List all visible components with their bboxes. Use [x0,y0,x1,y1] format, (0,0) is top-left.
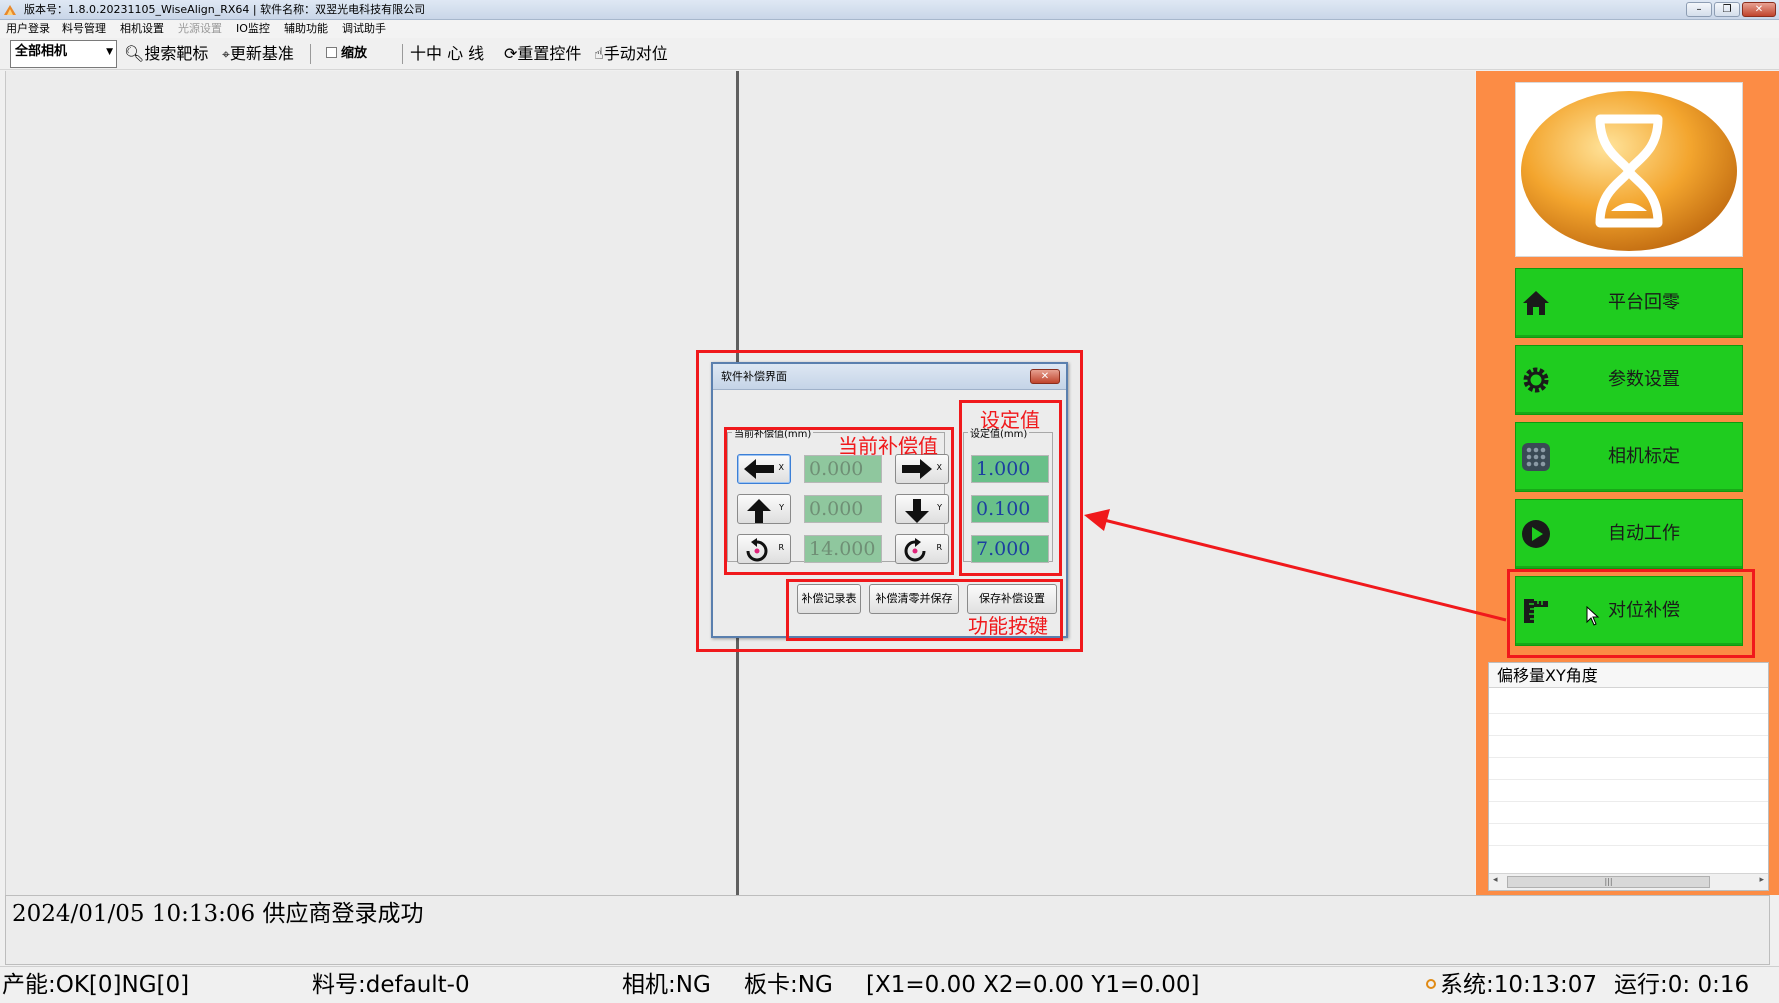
menu-light-settings[interactable]: 光源设置 [178,20,222,38]
clock-icon [1426,979,1436,989]
manual-align-label: 手动对位 [603,44,668,63]
nav-camera-calibration-label: 相机标定 [1608,446,1680,467]
play-icon [1522,520,1550,548]
close-button[interactable]: ✕ [1742,2,1776,17]
nav-parameter-settings-label: 参数设置 [1608,369,1680,390]
nav-parameter-settings-button[interactable]: 参数设置 [1515,345,1743,415]
nav-camera-calibration-button[interactable]: 相机标定 [1515,422,1743,492]
title-bar: 版本号：1.8.0.20231105_WiseAlign_RX64 | 软件名称… [0,0,1779,20]
hand-icon: ☝︎ [594,44,604,63]
grid-line [1489,757,1768,758]
status-coordinates: [X1=0.00 X2=0.00 Y1=0.00] [866,972,1200,998]
update-reference-label: 更新基准 [229,44,294,63]
offset-list[interactable]: 偏移量XY角度 ◂ ||| ▸ [1488,662,1769,891]
menu-aux-functions[interactable]: 辅助功能 [284,20,328,38]
search-target-label: 搜索靶标 [144,44,209,63]
menu-material-management[interactable]: 料号管理 [62,20,106,38]
toolbar-separator [310,44,311,64]
status-system-time: 系统:10:13:07 [1426,967,1597,1003]
camera-select[interactable]: 全部相机 ▼ [10,40,117,68]
nav-auto-work-button[interactable]: 自动工作 [1515,499,1743,569]
menu-camera-settings[interactable]: 相机设置 [120,20,164,38]
nav-auto-work-label: 自动工作 [1608,523,1680,544]
location-pin-icon: ⌖ [222,47,230,63]
zoom-label: 缩放 [341,46,368,61]
reset-controls-button[interactable]: ⟳重置控件 [504,40,581,68]
log-line: 2024/01/05 10:13:06 供应商登录成功 [12,901,424,927]
search-target-button[interactable]: 🔍︎搜索靶标 [124,40,208,68]
horizontal-scrollbar[interactable]: ◂ ||| ▸ [1489,873,1768,890]
refresh-icon: ⟳ [504,44,518,63]
status-board: 板卡:NG [744,972,833,998]
chevron-down-icon: ▼ [106,47,113,57]
reset-controls-label: 重置控件 [517,44,582,63]
hourglass-icon [1521,91,1737,251]
window-title: 版本号：1.8.0.20231105_WiseAlign_RX64 | 软件名称… [24,3,426,16]
gear-icon [1523,367,1549,393]
manual-align-button[interactable]: ☝︎手动对位 [594,40,668,68]
status-material: 料号:default-0 [312,972,470,998]
toolbar-separator [402,44,403,64]
current-value-annotation: 当前补偿值 [838,434,938,458]
scroll-left-icon[interactable]: ◂ [1493,875,1498,885]
status-camera: 相机:NG [622,972,711,998]
toolbar: 全部相机 ▼ 🔍︎搜索靶标 ⌖更新基准 缩放 十中 心 线 ⟳重置控件 ☝︎手动… [0,38,1779,70]
scroll-right-icon[interactable]: ▸ [1759,875,1764,885]
status-bar: 产能:OK[0]NG[0] 料号:default-0 相机:NG 板卡:NG [… [0,966,1779,1001]
calibration-dots-icon [1522,443,1550,471]
nav-platform-home-label: 平台回零 [1608,292,1680,313]
menu-io-monitor[interactable]: IO监控 [236,20,270,38]
scrollbar-thumb[interactable]: ||| [1507,876,1710,888]
zoom-checkbox-box [326,47,337,58]
grid-line [1489,779,1768,780]
camera-select-value: 全部相机 [15,44,68,59]
hourglass-logo [1515,82,1743,257]
app-icon [4,5,16,15]
status-runtime: 运行:0: 0:16 [1614,972,1750,998]
function-keys-annotation: 功能按键 [968,614,1048,638]
menu-bar: 用户登录 料号管理 相机设置 光源设置 IO监控 辅助功能 调试助手 [0,20,1779,38]
grid-line [1489,713,1768,714]
maximize-button[interactable]: ❐ [1714,2,1740,17]
grid-line [1489,801,1768,802]
home-icon [1523,291,1549,315]
center-cross-button[interactable]: 十中 心 线 [410,40,484,68]
alignment-button-highlight-box [1507,569,1755,658]
offset-list-header: 偏移量XY角度 [1489,663,1768,688]
grid-line [1489,845,1768,846]
menu-debug-assistant[interactable]: 调试助手 [342,20,386,38]
zoom-checkbox[interactable]: 缩放 [326,40,367,68]
menu-user-login[interactable]: 用户登录 [6,20,50,38]
grid-line [1489,735,1768,736]
set-value-annotation: 设定值 [980,408,1040,432]
grid-line [1489,823,1768,824]
nav-platform-home-button[interactable]: 平台回零 [1515,268,1743,338]
annotation-arrow [1084,509,1507,622]
minimize-button[interactable]: – [1686,2,1712,17]
status-system-time-value: 系统:10:13:07 [1440,972,1598,998]
status-production: 产能:OK[0]NG[0] [2,972,190,998]
log-area: 2024/01/05 10:13:06 供应商登录成功 [5,895,1770,965]
update-reference-button[interactable]: ⌖更新基准 [222,40,294,68]
search-icon: 🔍︎ [124,44,145,63]
